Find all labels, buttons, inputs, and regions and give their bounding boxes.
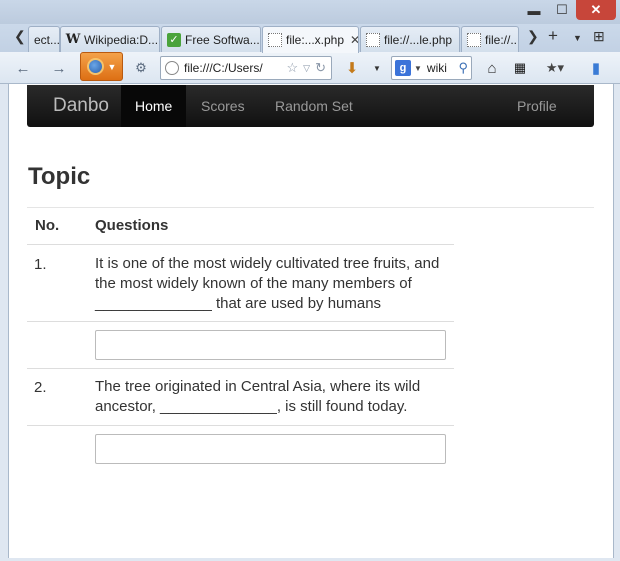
question-text: It is one of the most widely cultivated … [95, 255, 440, 312]
forward-icon[interactable]: → [48, 57, 70, 79]
column-header-questions: Questions [95, 217, 169, 234]
url-text[interactable]: file:///C:/Users/ [184, 61, 287, 75]
window-titlebar: ▬ ☐ ✕ [0, 0, 620, 24]
url-history-icon[interactable]: ▽ [303, 63, 310, 74]
site-navbar: Danbo Home Scores Random Set Profile [27, 85, 594, 127]
home-icon[interactable]: ⌂ [482, 57, 502, 79]
page-icon [366, 32, 380, 47]
tab-list-icon[interactable]: ▼ [573, 33, 582, 43]
bookmark-star-icon[interactable]: ☆ [287, 60, 299, 76]
close-window-button[interactable]: ✕ [576, 0, 616, 20]
firefox-menu-button[interactable]: ▼ [80, 52, 123, 81]
url-bar[interactable]: file:///C:/Users/ ☆ ▽ ↻ [160, 56, 332, 80]
download-icon[interactable]: ⬇ [342, 57, 362, 79]
qr-code-icon[interactable]: ▦ [510, 57, 530, 79]
back-icon[interactable]: ← [12, 57, 34, 79]
search-input[interactable]: wiki [427, 61, 459, 75]
toolbar-dropdown-icon[interactable]: ▼ [370, 57, 384, 79]
tab-label: file:...x.php [286, 33, 345, 47]
brand-logo[interactable]: Danbo [53, 85, 109, 127]
question-number: 1. [34, 256, 47, 273]
table-divider [27, 244, 454, 245]
reload-icon[interactable]: ↻ [315, 60, 326, 76]
google-icon[interactable]: g [395, 60, 411, 76]
page-icon [268, 33, 282, 47]
question-text: The tree originated in Central Asia, whe… [95, 378, 421, 415]
sidebar-icon[interactable]: ▮ [586, 57, 606, 79]
search-bar[interactable]: g ▼ wiki ⚲ [391, 56, 472, 80]
tab-wikipedia[interactable]: W Wikipedia:D... [60, 26, 160, 52]
nav-home[interactable]: Home [121, 85, 187, 127]
tab-active[interactable]: file:...x.php ✕ [262, 26, 359, 53]
search-icon[interactable]: ⚲ [458, 60, 468, 76]
answer-input[interactable] [95, 434, 446, 464]
table-divider [27, 321, 454, 322]
tab-label: file://... [485, 32, 519, 47]
tab-file-3[interactable]: file://... [461, 26, 519, 52]
tab-strip: ❮ ect... W Wikipedia:D... ✓ Free Softwa.… [0, 24, 620, 53]
title-divider [27, 207, 594, 208]
tab-label: Wikipedia:D... [84, 32, 159, 47]
tab-scroll-left-icon[interactable]: ❮ [14, 28, 26, 45]
wikipedia-icon: W [65, 32, 81, 47]
table-divider [27, 425, 454, 426]
firefox-logo-icon [86, 58, 104, 75]
check-icon: ✓ [167, 32, 181, 47]
chevron-down-icon: ▼ [107, 61, 117, 72]
search-engine-dropdown-icon[interactable]: ▼ [414, 64, 422, 73]
close-tab-icon[interactable]: ✕ [350, 33, 358, 47]
window-controls: ▬ ☐ ✕ [520, 0, 616, 20]
tab-label: ect... [34, 32, 60, 47]
maximize-button[interactable]: ☐ [548, 0, 576, 20]
page-title: Topic [28, 163, 91, 190]
tab-1[interactable]: ect... [28, 26, 60, 52]
tab-file-2[interactable]: file://...le.php [360, 26, 460, 52]
answer-input[interactable] [95, 330, 446, 360]
column-header-number: No. [35, 217, 60, 234]
nav-random-set[interactable]: Random Set [275, 85, 353, 127]
nav-scores[interactable]: Scores [201, 85, 245, 127]
page-icon [467, 32, 481, 47]
addon-icon[interactable]: ⚙ [130, 57, 152, 79]
tab-scroll-right-icon[interactable]: ❯ [527, 28, 539, 45]
minimize-button[interactable]: ▬ [520, 0, 548, 20]
new-tab-icon[interactable]: + [548, 26, 558, 46]
nav-profile[interactable]: Profile [517, 85, 557, 127]
tab-groups-icon[interactable]: ⊞ [593, 28, 605, 45]
site-identity-icon [165, 61, 179, 75]
table-divider [27, 368, 454, 369]
tab-label: Free Softwa... [185, 32, 260, 47]
tab-label: file://...le.php [384, 32, 453, 47]
tab-free-software[interactable]: ✓ Free Softwa... [161, 26, 261, 52]
question-number: 2. [34, 379, 47, 396]
bookmarks-icon[interactable]: ★▾ [540, 57, 570, 79]
